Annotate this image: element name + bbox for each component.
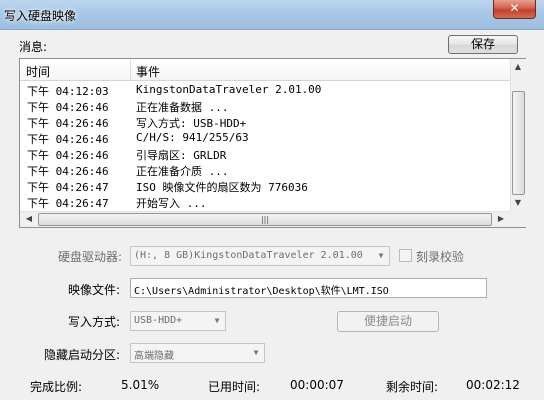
log-row[interactable]: 下午 04:26:46 正在准备介质 ... bbox=[20, 162, 510, 178]
grip-icon: ||| bbox=[260, 215, 270, 224]
log-event: 正在准备数据 ... bbox=[136, 101, 229, 114]
log-event: 写入方式: USB-HDD+ bbox=[136, 117, 247, 130]
log-list[interactable]: 时间 事件 下午 04:12:03 KingstonDataTraveler 2… bbox=[19, 58, 526, 228]
image-file-value: C:\Users\Administrator\Desktop\软件\LMT.IS… bbox=[134, 286, 389, 297]
chevron-down-icon: ▼ bbox=[214, 316, 220, 325]
close-icon: ✕ bbox=[509, 1, 520, 15]
log-row[interactable]: 下午 04:26:46 正在准备数据 ... bbox=[20, 98, 510, 114]
log-row[interactable]: 下午 04:26:47 ISO 映像文件的扇区数为 776036 bbox=[20, 178, 510, 194]
scroll-corner bbox=[510, 211, 526, 227]
horizontal-scrollbar[interactable]: ◀ ||| ▶ bbox=[20, 211, 510, 227]
log-row[interactable]: 下午 04:26:46 写入方式: USB-HDD+ bbox=[20, 114, 510, 130]
write-mode-select[interactable]: USB-HDD+ ▼ bbox=[130, 311, 226, 331]
verify-label: 刻录校验 bbox=[416, 250, 465, 264]
scroll-up-icon[interactable]: ▲ bbox=[511, 60, 525, 74]
log-event: 引导扇区: GRLDR bbox=[136, 149, 227, 162]
log-time: 下午 04:26:46 bbox=[27, 101, 109, 114]
drive-value: (H:, 8 GB)KingstonDataTraveler 2.01.00 bbox=[134, 250, 363, 261]
log-time: 下午 04:26:46 bbox=[27, 149, 109, 162]
quick-boot-label: 便捷启动 bbox=[363, 314, 412, 328]
progress-value: 5.01% bbox=[121, 378, 160, 392]
log-time: 下午 04:26:46 bbox=[27, 133, 109, 146]
log-event: KingstonDataTraveler 2.01.00 bbox=[136, 83, 322, 96]
write-mode-label: 写入方式: bbox=[68, 315, 121, 329]
image-file-label: 映像文件: bbox=[68, 283, 121, 297]
chevron-down-icon: ▼ bbox=[253, 348, 259, 357]
log-event: C/H/S: 941/255/63 bbox=[136, 131, 249, 144]
hidden-partition-select[interactable]: 高端隐藏 ▼ bbox=[130, 343, 265, 363]
log-row[interactable]: 下午 04:26:46 引导扇区: GRLDR bbox=[20, 146, 510, 162]
remaining-label: 剩余时间: bbox=[386, 380, 439, 394]
column-event[interactable]: 事件 bbox=[136, 63, 160, 80]
drive-label: 硬盘驱动器: bbox=[58, 250, 123, 264]
vertical-scrollbar[interactable]: ▲ ▼ bbox=[510, 59, 526, 211]
close-button[interactable]: ✕ bbox=[493, 0, 536, 19]
log-time: 下午 04:12:03 bbox=[27, 85, 109, 98]
save-button-label: 保存 bbox=[470, 37, 495, 51]
scroll-right-icon[interactable]: ▶ bbox=[494, 212, 508, 226]
remaining-value: 00:02:12 bbox=[466, 378, 520, 392]
log-row[interactable]: 下午 04:12:03 KingstonDataTraveler 2.01.00 bbox=[20, 82, 510, 98]
log-time: 下午 04:26:46 bbox=[27, 117, 109, 130]
column-time[interactable]: 时间 bbox=[26, 63, 50, 80]
window-title: 写入硬盘映像 bbox=[4, 9, 77, 23]
progress-label: 完成比例: bbox=[30, 380, 83, 394]
messages-label: 消息: bbox=[19, 40, 48, 54]
log-event: 正在准备介质 ... bbox=[136, 165, 229, 178]
log-row[interactable]: 下午 04:26:46 C/H/S: 941/255/63 bbox=[20, 130, 510, 146]
vertical-scroll-thumb[interactable] bbox=[512, 91, 525, 195]
log-event: ISO 映像文件的扇区数为 776036 bbox=[136, 181, 308, 194]
image-file-input[interactable]: C:\Users\Administrator\Desktop\软件\LMT.IS… bbox=[130, 278, 487, 298]
drive-select[interactable]: (H:, 8 GB)KingstonDataTraveler 2.01.00 ▼ bbox=[130, 246, 390, 266]
horizontal-scroll-thumb[interactable]: ||| bbox=[38, 213, 492, 226]
log-event: 开始写入 ... bbox=[136, 197, 207, 210]
column-divider[interactable] bbox=[130, 59, 131, 81]
scroll-left-icon[interactable]: ◀ bbox=[22, 212, 36, 226]
log-time: 下午 04:26:47 bbox=[27, 197, 109, 210]
log-time: 下午 04:26:47 bbox=[27, 181, 109, 194]
hidden-partition-label: 隐藏启动分区: bbox=[44, 348, 121, 362]
save-button[interactable]: 保存 bbox=[448, 35, 518, 54]
title-bar: 写入硬盘映像 ✕ bbox=[0, 0, 544, 30]
quick-boot-button[interactable]: 便捷启动 bbox=[337, 311, 439, 332]
elapsed-value: 00:00:07 bbox=[290, 378, 344, 392]
elapsed-label: 已用时间: bbox=[208, 380, 261, 394]
log-time: 下午 04:26:46 bbox=[27, 165, 109, 178]
hidden-partition-value: 高端隐藏 bbox=[134, 351, 174, 362]
write-mode-value: USB-HDD+ bbox=[134, 315, 183, 326]
log-row[interactable]: 下午 04:26:47 开始写入 ... bbox=[20, 194, 510, 210]
verify-checkbox[interactable] bbox=[399, 249, 412, 262]
chevron-down-icon: ▼ bbox=[378, 251, 384, 260]
log-header: 时间 事件 bbox=[20, 59, 510, 81]
scroll-down-icon[interactable]: ▼ bbox=[511, 196, 525, 210]
